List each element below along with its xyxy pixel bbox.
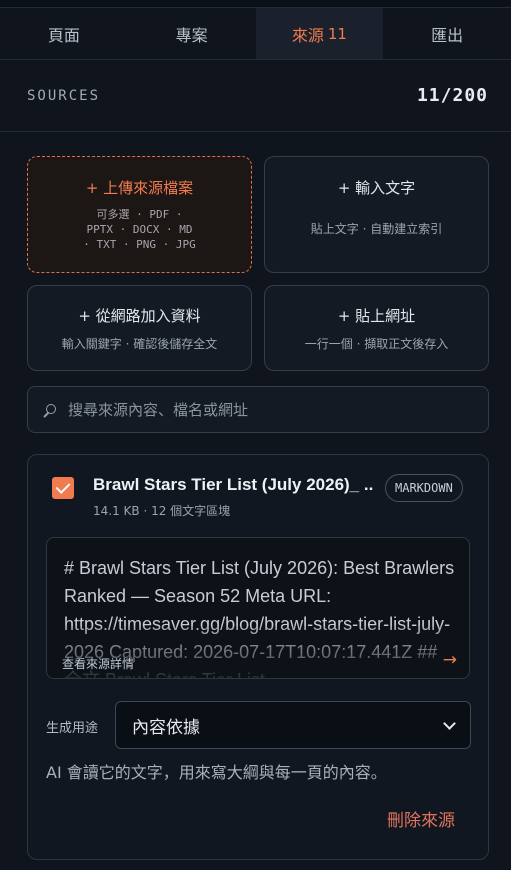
- window-top-edge: [0, 0, 511, 8]
- source-file-name: Brawl Stars Tier List (July 2026)_ ...: [93, 475, 373, 494]
- paste-url-title: + 貼上網址: [337, 307, 416, 325]
- search-box: [27, 386, 489, 433]
- purpose-description: AI 會讀它的文字，用來寫大綱與每一頁的內容。: [46, 763, 387, 782]
- search-input[interactable]: [68, 400, 468, 419]
- delete-source-button[interactable]: 刪除來源: [387, 806, 455, 831]
- source-checkbox[interactable]: [52, 477, 74, 499]
- input-text-title: + 輸入文字: [337, 179, 416, 197]
- source-file-meta: 14.1 KB · 12 個文字區塊: [93, 504, 231, 518]
- purpose-select-value: 內容依據: [132, 717, 200, 738]
- purpose-label: 生成用途: [46, 721, 99, 736]
- tab-sources-label: 來源: [291, 25, 324, 45]
- upload-formats-line1: 可多選 · PDF ·: [96, 208, 183, 221]
- upload-source-button[interactable]: + 上傳來源檔案 可多選 · PDF · PPTX · DOCX · MD · …: [27, 156, 252, 273]
- input-text-button[interactable]: + 輸入文字 貼上文字 · 自動建立索引: [264, 156, 489, 273]
- add-from-web-title: + 從網路加入資料: [78, 307, 201, 325]
- source-preview[interactable]: # Brawl Stars Tier List (July 2026): Bes…: [46, 537, 470, 679]
- tab-project-label: 專案: [175, 25, 208, 45]
- add-from-web-sub: 輸入關鍵字 · 確認後儲存全文: [61, 337, 218, 351]
- view-source-details-link[interactable]: 查看來源詳情: [62, 655, 134, 672]
- tab-project[interactable]: 專案: [128, 8, 256, 59]
- tab-pages-label: 頁面: [47, 25, 80, 45]
- arrow-right-icon[interactable]: →: [443, 650, 457, 670]
- tab-sources[interactable]: 來源 11: [255, 8, 384, 59]
- paste-url-sub: 一行一個 · 擷取正文後存入: [304, 337, 449, 351]
- source-item: Brawl Stars Tier List (July 2026)_ ... 1…: [27, 454, 489, 860]
- search-icon: [40, 400, 60, 420]
- upload-formats-line2: PPTX · DOCX · MD: [86, 223, 193, 236]
- chevron-down-icon: [443, 717, 456, 730]
- sources-header: SOURCES 11/200: [0, 60, 511, 132]
- tab-pages[interactable]: 頁面: [0, 8, 128, 59]
- upload-formats-line3: · TXT · PNG · JPG: [83, 238, 196, 251]
- source-type-badge: MARKDOWN: [385, 474, 463, 502]
- tab-export[interactable]: 匯出: [383, 8, 511, 59]
- sources-title: SOURCES: [27, 88, 101, 104]
- purpose-select[interactable]: 內容依據: [115, 701, 471, 749]
- sources-count: 11/200: [416, 85, 488, 106]
- tab-export-label: 匯出: [431, 25, 464, 45]
- input-text-sub: 貼上文字 · 自動建立索引: [310, 222, 443, 236]
- add-from-web-button[interactable]: + 從網路加入資料 輸入關鍵字 · 確認後儲存全文: [27, 285, 252, 371]
- paste-url-button[interactable]: + 貼上網址 一行一個 · 擷取正文後存入: [264, 285, 489, 371]
- tab-bar: 頁面 專案 來源 11 匯出: [0, 8, 511, 60]
- tab-sources-count: 11: [327, 24, 347, 43]
- upload-title: + 上傳來源檔案: [85, 179, 194, 197]
